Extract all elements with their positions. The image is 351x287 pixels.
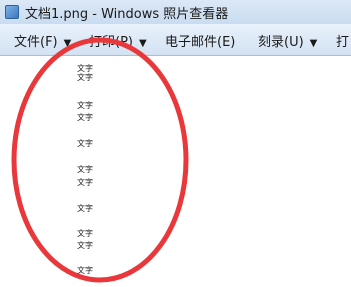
annotation-ellipse: [11, 37, 189, 283]
red-circle-annotation: [11, 37, 189, 283]
